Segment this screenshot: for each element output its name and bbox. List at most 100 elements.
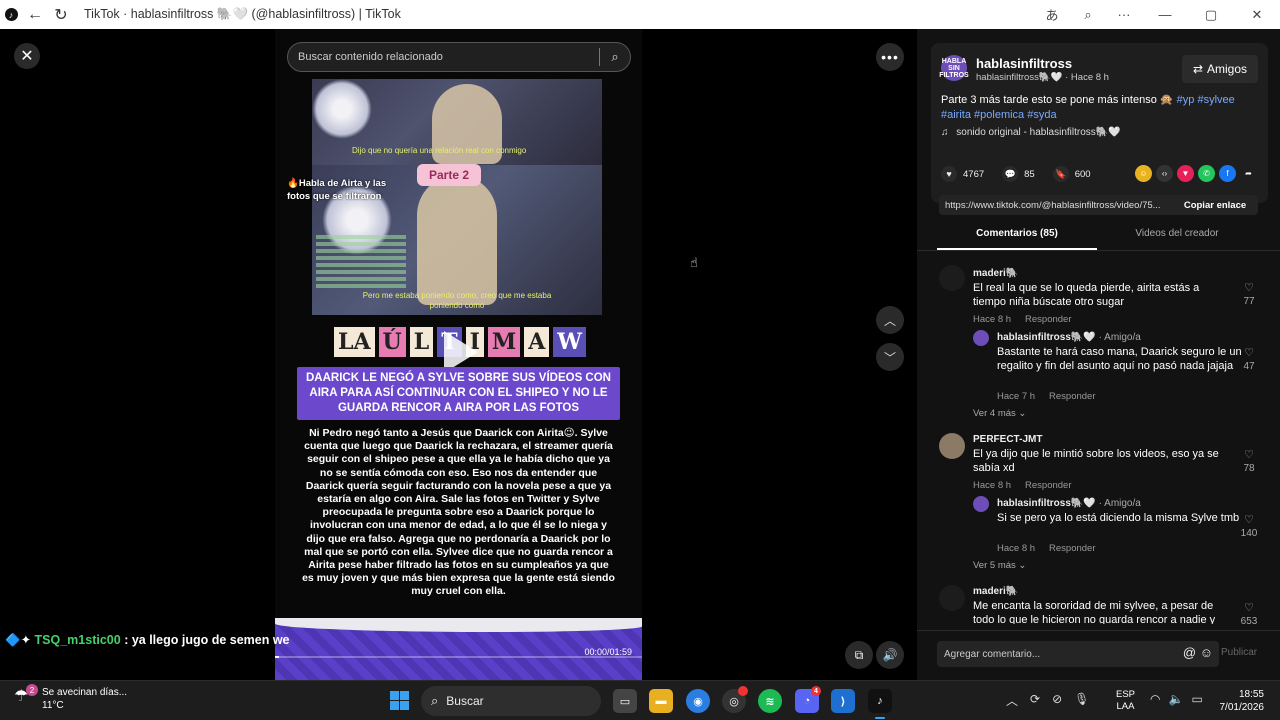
network-off-icon[interactable]: ⊘ (1052, 692, 1062, 709)
close-window-button[interactable]: ✕ (1234, 7, 1280, 23)
headline-banner: DAARICK LE NEGÓ A SYLVE SOBRE SUS VÍDEOS… (297, 367, 620, 420)
related-search-input[interactable]: Buscar contenido relacionado ⌕ (287, 42, 631, 72)
like-button[interactable]: ♥ 4767 (941, 166, 984, 182)
taskbar-search[interactable]: ⌕ Buscar (421, 686, 601, 716)
translate-icon[interactable]: あ (1034, 5, 1070, 24)
hashtag[interactable]: #polemica (974, 109, 1024, 121)
chevron-up-icon[interactable]: ︿ (1006, 692, 1018, 709)
comment-like[interactable]: ♡ 47 (1240, 346, 1258, 372)
comment-user[interactable]: hablasinfiltross🐘🤍 · Amigo/a (997, 498, 1141, 509)
more-options-icon[interactable]: ··· (1106, 7, 1142, 22)
copy-link-button[interactable]: Copiar enlace (1172, 200, 1258, 211)
comment-like[interactable]: ♡ 140 (1240, 513, 1258, 539)
battery-icon[interactable]: ▭ (1191, 692, 1202, 706)
comment-icon: 💬 (1002, 166, 1019, 182)
comment-user[interactable]: PERFECT-JMT (973, 434, 1042, 445)
panel-tabs: Comentarios (85) Videos del creador (937, 228, 1280, 250)
publish-button[interactable]: Publicar (1221, 647, 1257, 658)
creator-avatar[interactable]: HABLA SIN FILTROS (939, 55, 969, 81)
avatar[interactable] (939, 265, 965, 291)
reply-link[interactable]: Responder (1025, 314, 1071, 325)
comment-user[interactable]: maderi🐘 (973, 268, 1018, 279)
avatar[interactable] (939, 433, 965, 459)
save-button[interactable]: 🔖 600 (1052, 166, 1091, 182)
facebook-icon[interactable]: f (1219, 165, 1236, 182)
back-arrow-icon[interactable]: ← (22, 0, 48, 29)
add-comment-bar: Agregar comentario... @ ☺ Publicar (917, 630, 1280, 680)
view-more-replies[interactable]: Ver 5 más ⌄ (973, 560, 1026, 571)
next-video-button[interactable]: ﹀ (876, 343, 904, 371)
start-button[interactable] (390, 691, 409, 710)
sync-icon[interactable]: ⟳ (1030, 692, 1040, 709)
close-video-button[interactable]: ✕ (14, 43, 40, 69)
maximize-button[interactable]: ▢ (1188, 7, 1234, 23)
tab-creator-videos[interactable]: Videos del creador (1097, 228, 1257, 250)
reply-link[interactable]: Responder (1049, 391, 1095, 402)
comment-user[interactable]: maderi🐘 (973, 586, 1018, 597)
share-arrow-icon[interactable]: ➦ (1240, 165, 1257, 182)
avatar[interactable] (973, 496, 989, 512)
avatar[interactable] (973, 330, 989, 346)
comment-text: El ya dijo que le mintió sobre los video… (973, 448, 1219, 474)
search-icon[interactable]: ⌕ (600, 49, 630, 65)
link-row: https://www.tiktok.com/@hablasinfiltross… (939, 195, 1258, 215)
pip-button[interactable]: ⧉ (845, 641, 873, 669)
video-player[interactable]: Dijo que no quería una relación real con… (275, 29, 642, 680)
send-icon[interactable]: ▼ (1177, 165, 1194, 182)
ultima-letters: LA (333, 327, 375, 357)
hashtag[interactable]: #yp (1177, 94, 1195, 106)
weather-widget[interactable]: ☂ 2 Se avecinan días... 11°C (14, 684, 127, 712)
comment-placeholder: Agregar comentario... (944, 648, 1041, 660)
clock[interactable]: 18:55 7/01/2026 (1218, 688, 1265, 714)
comment-input[interactable]: Agregar comentario... @ ☺ (937, 641, 1219, 667)
comment-meta: Hace 8 h Responder (997, 543, 1096, 554)
mouse-cursor-icon: ☝ (690, 255, 698, 270)
music-link[interactable]: ♫ sonido original - hablasinfiltross🐘🤍 (941, 127, 1121, 138)
view-more-replies[interactable]: Ver 4 más ⌄ (973, 408, 1026, 419)
amigos-button[interactable]: ⇄ Amigos (1182, 55, 1258, 83)
whatsapp-icon[interactable]: ✆ (1198, 165, 1215, 182)
comment-like[interactable]: ♡ 78 (1240, 448, 1258, 474)
emoji-icon[interactable]: ☺ (1200, 645, 1213, 660)
hashtag[interactable]: #sylvee (1197, 94, 1234, 106)
zoom-icon[interactable]: ⌕ (1070, 7, 1106, 23)
chrome-icon[interactable]: ◉ (686, 689, 710, 713)
comment-meta: Hace 7 h Responder (997, 391, 1096, 402)
video-description: Parte 3 más tarde esto se pone más inten… (941, 93, 1251, 123)
discord-icon[interactable]: ◔ 4 (795, 686, 821, 713)
reply-link[interactable]: Responder (1049, 543, 1095, 554)
minimize-button[interactable]: — (1142, 7, 1188, 22)
comment-button[interactable]: 💬 85 (1002, 166, 1035, 182)
comment-text: Si se pero ya lo está diciendo la misma … (997, 512, 1240, 524)
tiktok-app-icon: ♪ (0, 0, 22, 29)
tab-comments[interactable]: Comentarios (85) (937, 228, 1097, 250)
embed-icon[interactable]: ‹› (1156, 165, 1173, 182)
volume-button[interactable]: 🔊 (876, 641, 904, 669)
taskbar-search-label: Buscar (446, 694, 484, 708)
comment-user[interactable]: hablasinfiltross🐘🤍 · Amigo/a (997, 332, 1141, 343)
refresh-icon[interactable]: ↻ (48, 0, 74, 29)
microphone-icon[interactable]: 🎙 (1074, 692, 1089, 709)
hashtag[interactable]: #airita (941, 109, 971, 121)
spotify-icon[interactable]: ≋ (758, 689, 782, 713)
mention-icon[interactable]: @ (1183, 645, 1196, 660)
vscode-icon[interactable]: ⟩ (831, 689, 855, 713)
video-url[interactable]: https://www.tiktok.com/@hablasinfiltross… (939, 200, 1172, 211)
reply-link[interactable]: Responder (1025, 480, 1071, 491)
speaker-icon[interactable]: 🔈 (1168, 692, 1183, 706)
creator-handle[interactable]: hablasinfiltross (976, 56, 1072, 71)
hashtag[interactable]: #syda (1027, 109, 1056, 121)
comment-like[interactable]: ♡ 77 (1240, 281, 1258, 307)
ultima-letters: L (409, 327, 434, 357)
file-explorer-icon[interactable]: ▬ (649, 689, 673, 713)
comment-like[interactable]: ♡ 653 (1240, 601, 1258, 624)
language-indicator[interactable]: ESP LAA (1116, 689, 1135, 713)
wifi-icon[interactable]: ◠ (1150, 692, 1160, 706)
friends-share-icon[interactable]: ☺ (1135, 165, 1152, 182)
avatar[interactable] (939, 585, 965, 611)
chrome-alt-icon[interactable]: ◎ (722, 686, 748, 713)
task-view-icon[interactable]: ▭ (613, 689, 637, 713)
more-options-button[interactable]: ••• (876, 43, 904, 71)
tiktok-taskbar-icon[interactable]: ♪ (868, 689, 892, 719)
previous-video-button[interactable]: ︿ (876, 306, 904, 334)
